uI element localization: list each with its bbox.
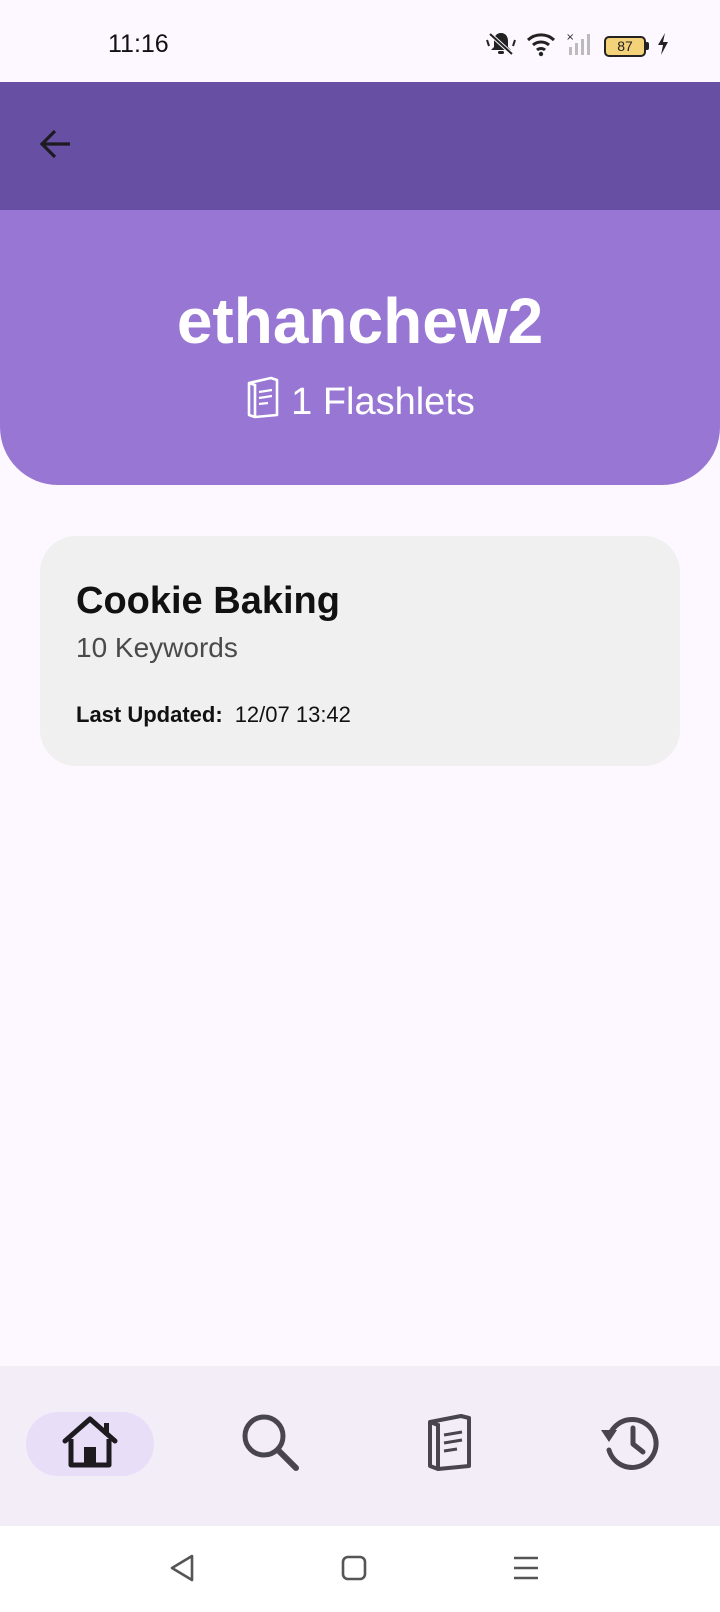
flashcard-icon xyxy=(245,375,281,429)
nav-history[interactable] xyxy=(566,1412,694,1476)
triangle-back-icon xyxy=(168,1553,196,1588)
history-icon xyxy=(599,1412,661,1477)
charging-icon xyxy=(656,32,670,61)
square-home-icon xyxy=(339,1553,369,1588)
menu-lines-icon xyxy=(511,1553,541,1588)
nav-search[interactable] xyxy=(206,1412,334,1476)
last-updated-label: Last Updated: xyxy=(76,702,223,727)
search-icon xyxy=(238,1410,302,1479)
nav-library[interactable] xyxy=(386,1412,514,1476)
home-icon xyxy=(60,1415,120,1474)
arrow-back-icon xyxy=(38,126,74,167)
wifi-icon xyxy=(526,31,556,62)
back-button[interactable] xyxy=(24,114,88,178)
mute-icon xyxy=(486,30,516,63)
system-back-button[interactable] xyxy=(162,1552,202,1588)
cellular-signal-icon: × xyxy=(566,31,594,62)
last-updated-value: 12/07 13:42 xyxy=(234,702,351,727)
svg-text:×: × xyxy=(566,32,574,43)
flashlet-count-text: 1 Flashlets xyxy=(291,380,475,423)
status-icons: × 87 xyxy=(486,30,670,62)
username: ethanchew2 xyxy=(176,285,544,357)
flashcard-icon xyxy=(425,1412,475,1477)
app-bar xyxy=(0,82,720,210)
last-updated: Last Updated: 12/07 13:42 xyxy=(76,702,351,728)
flashlet-card[interactable]: Cookie Baking 10 Keywords Last Updated: 1… xyxy=(40,536,680,766)
profile-header: ethanchew2 1 Flashlets xyxy=(0,210,720,485)
status-bar: 11:16 × 87 xyxy=(0,0,720,82)
system-menu-button[interactable] xyxy=(506,1552,546,1588)
flashlet-keywords: 10 Keywords xyxy=(76,632,238,663)
nav-home[interactable] xyxy=(26,1412,154,1476)
status-time: 11:16 xyxy=(108,30,169,58)
battery-icon: 87 xyxy=(604,35,649,57)
bottom-nav xyxy=(0,1366,720,1526)
system-nav-bar xyxy=(0,1526,720,1612)
flashlet-count: 1 Flashlets xyxy=(0,375,720,429)
system-home-button[interactable] xyxy=(334,1552,374,1588)
flashlet-title: Cookie Baking xyxy=(76,580,340,622)
